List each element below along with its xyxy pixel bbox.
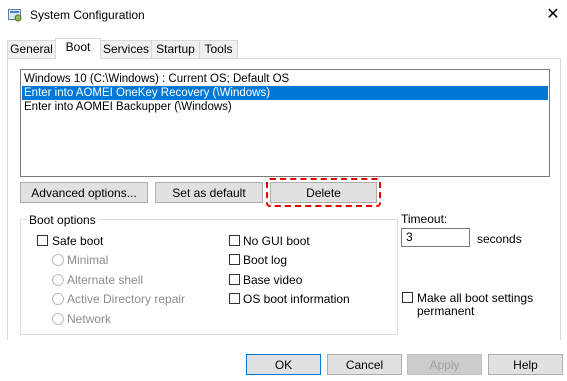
- alternate-shell-radio[interactable]: [52, 274, 64, 286]
- cancel-button[interactable]: Cancel: [327, 354, 402, 375]
- make-permanent-label-line1: Make all boot settings: [417, 291, 534, 305]
- apply-button[interactable]: Apply: [407, 354, 482, 375]
- tab-tools[interactable]: Tools: [199, 40, 238, 58]
- help-button[interactable]: Help: [488, 354, 563, 375]
- boot-entry-windows10[interactable]: Windows 10 (C:\Windows) : Current OS; De…: [22, 72, 548, 86]
- boot-entry-onekey-recovery[interactable]: Enter into AOMEI OneKey Recovery (\Windo…: [22, 86, 548, 100]
- boot-options-label: Boot options: [27, 213, 98, 227]
- ad-repair-radio[interactable]: [52, 293, 64, 305]
- close-icon[interactable]: ✕: [540, 3, 566, 27]
- window-title: System Configuration: [30, 8, 145, 22]
- minimal-radio[interactable]: [52, 254, 64, 266]
- advanced-options-button[interactable]: Advanced options...: [20, 182, 148, 203]
- boot-log-label: Boot log: [243, 253, 288, 267]
- set-as-default-button[interactable]: Set as default: [155, 182, 263, 203]
- os-boot-info-label: OS boot information: [243, 292, 350, 306]
- no-gui-boot-checkbox[interactable]: [229, 235, 240, 246]
- timeout-unit-label: seconds: [477, 232, 522, 246]
- msconfig-icon: [8, 8, 22, 22]
- network-label: Network: [67, 312, 112, 326]
- ok-button[interactable]: OK: [246, 354, 321, 375]
- safe-boot-label: Safe boot: [52, 234, 104, 248]
- tab-services[interactable]: Services: [100, 40, 152, 58]
- base-video-label: Base video: [243, 273, 303, 287]
- title-bar: System Configuration ✕: [0, 0, 567, 30]
- alternate-shell-label: Alternate shell: [67, 273, 144, 287]
- tab-strip: General Boot Services Startup Tools: [0, 38, 567, 59]
- base-video-checkbox[interactable]: [229, 274, 240, 285]
- minimal-label: Minimal: [67, 253, 109, 267]
- timeout-input[interactable]: 3: [401, 228, 470, 247]
- tab-general[interactable]: General: [7, 40, 56, 58]
- network-radio[interactable]: [52, 313, 64, 325]
- tab-startup[interactable]: Startup: [151, 40, 200, 58]
- os-boot-info-checkbox[interactable]: [229, 293, 240, 304]
- make-permanent-checkbox[interactable]: [402, 292, 413, 303]
- ad-repair-label: Active Directory repair: [67, 292, 186, 306]
- boot-entry-list[interactable]: Windows 10 (C:\Windows) : Current OS; De…: [20, 69, 550, 177]
- delete-button[interactable]: Delete: [270, 182, 377, 203]
- no-gui-boot-label: No GUI boot: [243, 234, 310, 248]
- boot-entry-backupper[interactable]: Enter into AOMEI Backupper (\Windows): [22, 100, 548, 114]
- tab-boot[interactable]: Boot: [55, 38, 101, 59]
- make-permanent-label-line2: permanent: [417, 304, 475, 318]
- boot-log-checkbox[interactable]: [229, 254, 240, 265]
- safe-boot-checkbox[interactable]: [37, 235, 48, 246]
- timeout-label: Timeout:: [401, 212, 448, 226]
